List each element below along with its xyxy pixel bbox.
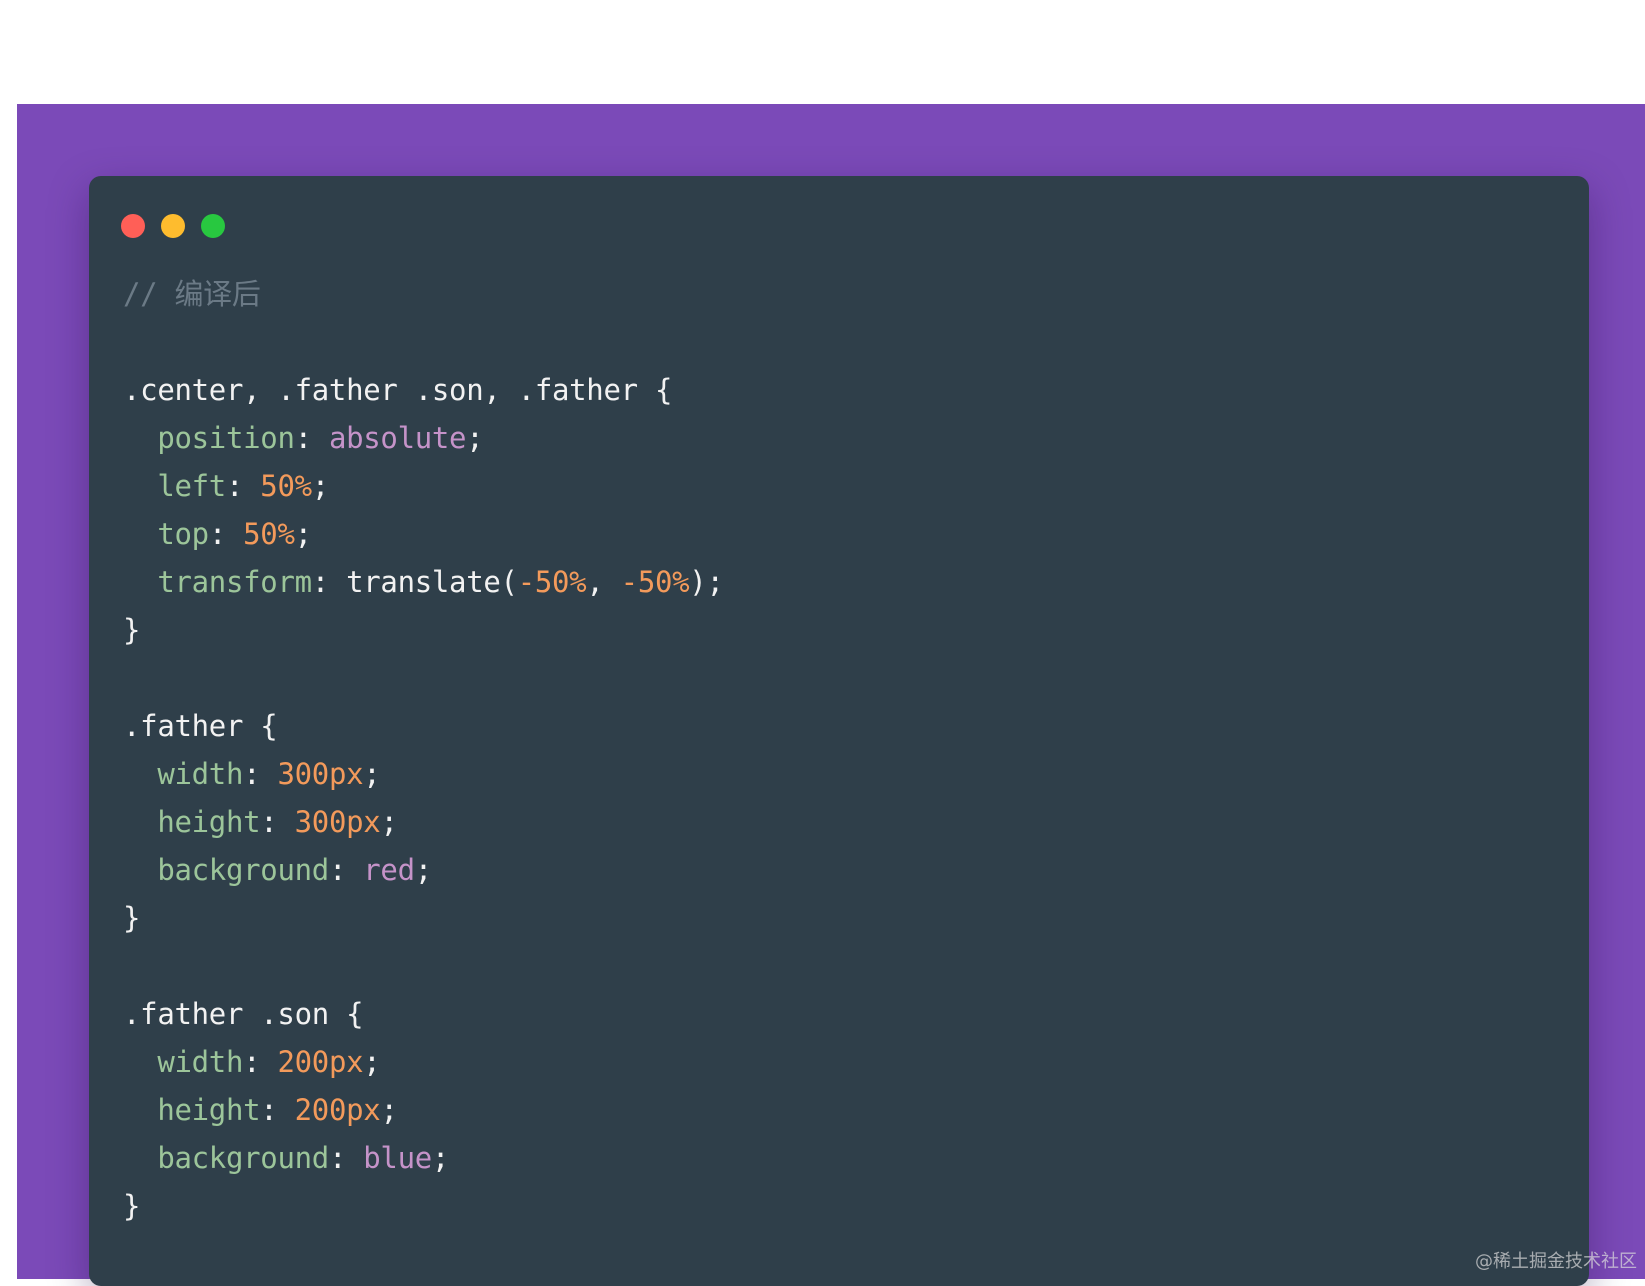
code-token: } xyxy=(123,1189,140,1223)
code-token: : xyxy=(243,1045,277,1079)
code-token: ; xyxy=(312,469,329,503)
code-token: height xyxy=(157,1093,260,1127)
code-token: , xyxy=(586,565,620,599)
code-line: .father { xyxy=(123,702,724,750)
code-token: transform xyxy=(157,565,311,599)
code-token: : xyxy=(329,1141,363,1175)
code-token: red xyxy=(363,853,414,887)
code-token: .father .son { xyxy=(123,997,363,1031)
code-token: : xyxy=(329,853,363,887)
code-token: -50% xyxy=(518,565,587,599)
code-token: : xyxy=(226,469,260,503)
code-token xyxy=(123,1045,157,1079)
code-token: 300px xyxy=(295,805,381,839)
code-line: .center, .father .son, .father { xyxy=(123,366,724,414)
code-token: ; xyxy=(415,853,432,887)
code-token: : xyxy=(243,757,277,791)
code-line: background: blue; xyxy=(123,1134,724,1182)
window-controls xyxy=(121,214,225,238)
code-line: .father .son { xyxy=(123,990,724,1038)
code-token: 50% xyxy=(243,517,294,551)
code-line: left: 50%; xyxy=(123,462,724,510)
code-line xyxy=(123,318,724,366)
code-block: // 编译后 .center, .father .son, .father { p… xyxy=(123,270,724,1230)
code-line: top: 50%; xyxy=(123,510,724,558)
code-token: absolute xyxy=(329,421,466,455)
code-token: left xyxy=(157,469,226,503)
code-token: blue xyxy=(363,1141,432,1175)
code-token: 200px xyxy=(277,1045,363,1079)
code-token: background xyxy=(157,1141,329,1175)
code-line xyxy=(123,942,724,990)
code-token xyxy=(123,1141,157,1175)
code-token: } xyxy=(123,901,140,935)
code-token: ; xyxy=(295,517,312,551)
code-token: : xyxy=(295,421,329,455)
code-token: ); xyxy=(689,565,723,599)
code-token: .center, .father .son, .father { xyxy=(123,373,672,407)
code-token xyxy=(123,565,157,599)
code-token: : xyxy=(260,805,294,839)
code-line: position: absolute; xyxy=(123,414,724,462)
code-token xyxy=(123,421,157,455)
code-line: } xyxy=(123,1182,724,1230)
code-token: ; xyxy=(380,805,397,839)
code-line: background: red; xyxy=(123,846,724,894)
code-line: // 编译后 xyxy=(123,270,724,318)
code-token: height xyxy=(157,805,260,839)
code-token xyxy=(123,517,157,551)
code-token: .father { xyxy=(123,709,277,743)
code-line: width: 200px; xyxy=(123,1038,724,1086)
maximize-dot-icon[interactable] xyxy=(201,214,225,238)
code-token: : xyxy=(260,1093,294,1127)
code-line: height: 200px; xyxy=(123,1086,724,1134)
code-token xyxy=(123,757,157,791)
code-token: ; xyxy=(380,1093,397,1127)
code-token: width xyxy=(157,757,243,791)
code-token: } xyxy=(123,613,140,647)
code-token: ; xyxy=(363,1045,380,1079)
code-token: position xyxy=(157,421,294,455)
code-token: : translate( xyxy=(312,565,518,599)
code-token: 300px xyxy=(277,757,363,791)
code-token xyxy=(123,1093,157,1127)
code-token: ; xyxy=(363,757,380,791)
code-window: // 编译后 .center, .father .son, .father { p… xyxy=(89,176,1589,1286)
watermark: @稀土掘金技术社区 xyxy=(1475,1247,1637,1273)
code-token: background xyxy=(157,853,329,887)
code-line: } xyxy=(123,894,724,942)
code-token: -50% xyxy=(621,565,690,599)
code-token: width xyxy=(157,1045,243,1079)
code-token: 50% xyxy=(260,469,311,503)
code-token: 200px xyxy=(295,1093,381,1127)
code-token: // 编译后 xyxy=(123,277,261,311)
code-token: top xyxy=(157,517,208,551)
code-line: transform: translate(-50%, -50%); xyxy=(123,558,724,606)
code-token: ; xyxy=(466,421,483,455)
code-token xyxy=(123,469,157,503)
code-token xyxy=(123,853,157,887)
code-token xyxy=(123,805,157,839)
code-token: : xyxy=(209,517,243,551)
minimize-dot-icon[interactable] xyxy=(161,214,185,238)
code-line xyxy=(123,654,724,702)
code-line: } xyxy=(123,606,724,654)
code-line: height: 300px; xyxy=(123,798,724,846)
code-line: width: 300px; xyxy=(123,750,724,798)
close-dot-icon[interactable] xyxy=(121,214,145,238)
code-token: ; xyxy=(432,1141,449,1175)
